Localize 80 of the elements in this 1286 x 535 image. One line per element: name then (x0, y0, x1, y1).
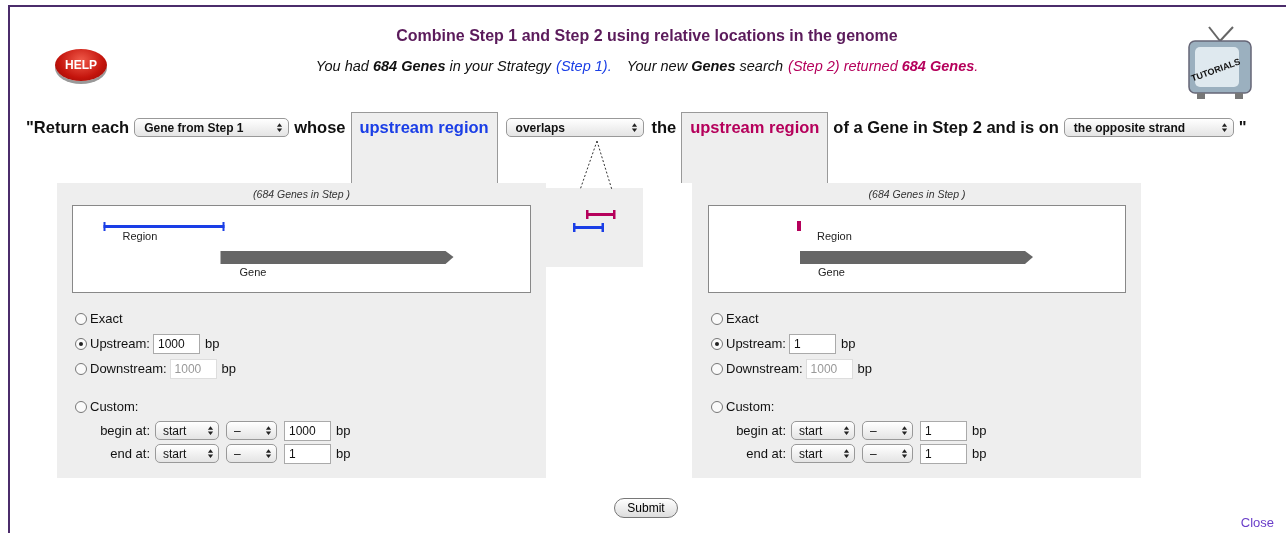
dropdown[interactable]: the opposite strand (1063, 118, 1234, 137)
option-label: Downstream: (90, 361, 167, 376)
option-label: Downstream: (726, 361, 803, 376)
summary-text: You had 684 Genes in your Strategy (315, 58, 552, 74)
updown-arrows-icon (207, 425, 214, 436)
custom-label: begin at: (735, 423, 786, 438)
sentence-text: the (651, 117, 677, 137)
unit-label: bp (336, 423, 351, 438)
anchor-dropdown[interactable]: start (791, 444, 855, 463)
option-label: Upstream: (726, 336, 786, 351)
option-label: Custom: (726, 399, 775, 414)
leader-line (579, 140, 613, 191)
offset-field[interactable]: 1 (284, 443, 331, 464)
unit-label: bp (972, 423, 987, 438)
option-label: Upstream: (90, 336, 150, 351)
region-tab[interactable]: upstream region (350, 112, 498, 183)
distance-field[interactable]: 1000 (152, 333, 200, 354)
region-text: Region (817, 230, 852, 242)
radio-button[interactable] (711, 312, 723, 325)
offset-field[interactable]: 1 (920, 443, 967, 464)
unit-label: bp (221, 361, 237, 376)
updown-arrows-icon (901, 425, 908, 436)
option-label: Exact (726, 311, 759, 326)
custom-label: end at: (109, 446, 150, 461)
anchor-dropdown[interactable]: start (155, 421, 219, 440)
region-label: upstream region (359, 118, 489, 136)
custom-label: end at: (745, 446, 786, 461)
region-label: upstream region (690, 118, 820, 136)
unit-label: bp (857, 361, 873, 376)
radio-button[interactable] (75, 400, 87, 413)
radio-button[interactable] (75, 337, 87, 350)
offset-field[interactable]: 1000 (284, 420, 331, 441)
updown-arrows-icon (843, 448, 850, 459)
overlap-drawing (572, 210, 619, 232)
sign-dropdown[interactable]: – (226, 421, 277, 440)
offset-field[interactable]: 1 (920, 420, 967, 441)
sentence-text: " (1238, 117, 1247, 137)
option-label: Custom: (90, 399, 139, 414)
submit-button[interactable]: Submit (614, 498, 678, 518)
unit-label: bp (336, 446, 351, 461)
anchor-dropdown[interactable]: start (155, 444, 219, 463)
sentence-text: "Return each (26, 117, 130, 137)
dropdown[interactable]: overlaps (505, 118, 644, 137)
unit-label: bp (972, 446, 987, 461)
updown-arrows-icon (276, 122, 284, 133)
anchor-dropdown[interactable]: start (791, 421, 855, 440)
updown-arrows-icon (1220, 122, 1228, 133)
close-link[interactable]: Close (1240, 515, 1274, 530)
summary-text: Your new Genes search (626, 58, 784, 74)
sign-dropdown[interactable]: – (862, 421, 913, 440)
updown-arrows-icon (843, 425, 850, 436)
radio-button[interactable] (75, 312, 87, 325)
updown-arrows-icon (265, 425, 272, 436)
radio-button[interactable] (711, 337, 723, 350)
unit-label: bp (204, 336, 220, 351)
help-button[interactable]: HELP (55, 49, 107, 81)
radio-button[interactable] (711, 400, 723, 413)
panel-caption: (684 Genes in Step ) (867, 188, 967, 201)
summary-text: (Step 1). (556, 58, 612, 74)
dialog-title: Combine Step 1 and Step 2 using relative locations in the genome (396, 27, 898, 45)
option-label: Exact (90, 311, 123, 326)
sentence-text: whose (294, 117, 346, 137)
gene-text: Gene (818, 266, 845, 278)
dropdown[interactable]: Gene from Step 1 (134, 118, 290, 137)
gene-text: Gene (239, 266, 267, 278)
distance-field[interactable]: 1 (788, 333, 836, 354)
sign-dropdown[interactable]: – (862, 444, 913, 463)
region-text: Region (122, 230, 158, 242)
sign-dropdown[interactable]: – (226, 444, 277, 463)
updown-arrows-icon (630, 122, 638, 133)
unit-label: bp (840, 336, 856, 351)
custom-label: begin at: (99, 423, 150, 438)
updown-arrows-icon (265, 448, 272, 459)
summary-text: (Step 2) returned 684 Genes. (788, 58, 979, 74)
region-tab[interactable]: upstream region (681, 112, 829, 183)
tv-icon (1187, 25, 1253, 101)
updown-arrows-icon (901, 448, 908, 459)
sentence-text: of a Gene in Step 2 and is on (833, 117, 1059, 137)
updown-arrows-icon (207, 448, 214, 459)
panel-caption: (684 Genes in Step ) (252, 188, 351, 201)
